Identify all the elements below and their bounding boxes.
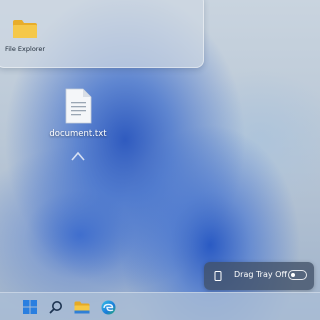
file-explorer-label: File Explorer bbox=[4, 45, 45, 53]
folder-icon bbox=[13, 20, 37, 38]
document-label: document.txt bbox=[49, 129, 107, 139]
desktop-wallpaper: File Explorer document.txt Drag Tray Off bbox=[0, 0, 320, 320]
search-icon bbox=[49, 301, 62, 314]
file-explorer-taskbar-button[interactable] bbox=[72, 297, 92, 317]
phone-icon bbox=[214, 271, 222, 281]
drag-tray-label: Drag Tray Off bbox=[234, 270, 287, 279]
file-explorer-icon bbox=[74, 301, 90, 313]
toggle-knob bbox=[291, 273, 295, 277]
start-icon bbox=[23, 300, 37, 314]
document-icon[interactable] bbox=[64, 88, 92, 124]
edge-taskbar-button[interactable] bbox=[98, 297, 118, 317]
search-button[interactable] bbox=[46, 297, 66, 317]
drag-tray-toast: Drag Tray Off bbox=[204, 262, 314, 290]
drag-tray-toggle[interactable] bbox=[288, 270, 307, 280]
start-button[interactable] bbox=[20, 297, 40, 317]
edge-icon bbox=[101, 300, 115, 314]
taskbar bbox=[0, 292, 320, 320]
pinned-apps-panel: File Explorer bbox=[0, 0, 204, 68]
drag-arrow-icon bbox=[71, 151, 85, 208]
file-explorer-shortcut[interactable]: File Explorer bbox=[1, 17, 49, 59]
